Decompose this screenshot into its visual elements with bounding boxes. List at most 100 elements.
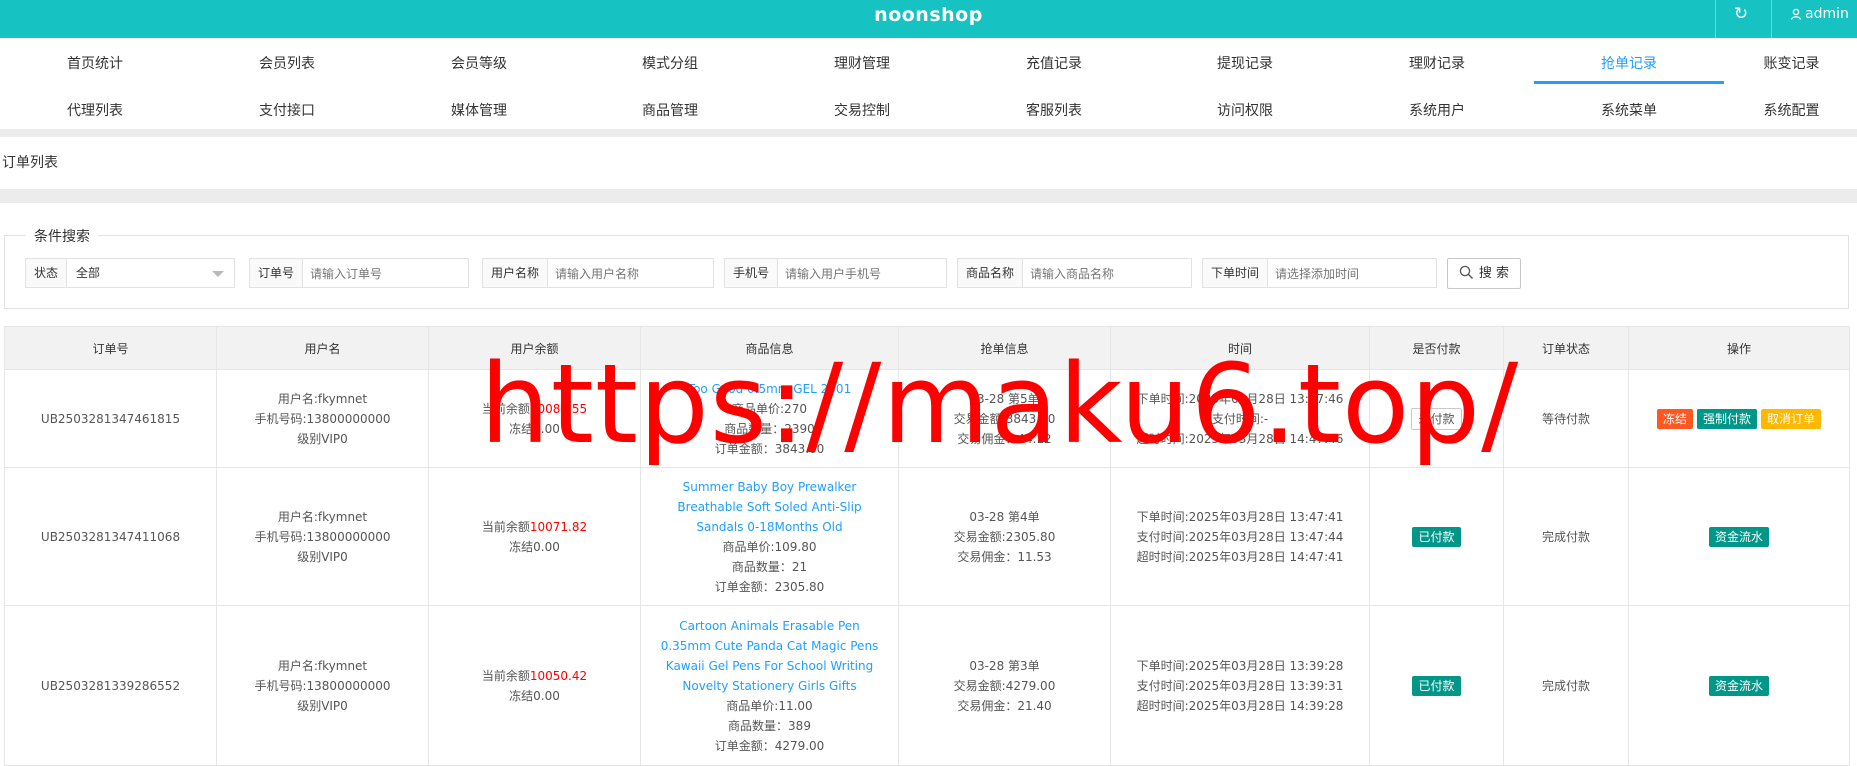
table-row: UB2503281347411068 用户名:fkymnet 手机号码:1380… [4, 467, 1850, 606]
nav-item[interactable]: 抢单记录 [1534, 40, 1724, 84]
order-status-text: 等待付款 [1541, 411, 1590, 426]
grab-commission-text: 交易佣金：11.53 [957, 549, 1052, 564]
nav-item[interactable]: 媒体管理 [384, 87, 574, 131]
order-status-text: 完成付款 [1541, 529, 1590, 544]
nav-item[interactable]: 账变记录 [1726, 40, 1857, 84]
app-title: noonshop [874, 4, 983, 26]
status-cell: 等待付款 [1503, 369, 1629, 468]
user-cell: 用户名:fkymnet 手机号码:13800000000 级别VIP0 [216, 605, 429, 766]
user-cell: 用户名:fkymnet 手机号码:13800000000 级别VIP0 [216, 369, 429, 468]
nav-item[interactable]: 商品管理 [575, 87, 765, 131]
user-icon [1790, 8, 1802, 20]
username-input[interactable] [546, 259, 717, 289]
phone-input[interactable] [776, 259, 952, 289]
balance-cell: 当前余额10050.42 冻结0.00 [428, 605, 641, 766]
user-level-text: 级别VIP0 [297, 549, 348, 564]
timeout-time-text: 超时时间:2025年03月28日 14:47:41 [1136, 549, 1344, 564]
product-cell: Summer Baby Boy Prewalker Breathable Sof… [640, 467, 899, 606]
action-button[interactable]: 取消订单 [1761, 408, 1822, 429]
order-id: UB2503281339286552 [40, 678, 181, 693]
status-select[interactable]: 状态 全部 [25, 258, 235, 288]
nav-item[interactable]: 系统配置 [1726, 87, 1857, 131]
nav-item[interactable]: 充值记录 [959, 40, 1149, 84]
action-button[interactable]: 强制付款 [1696, 408, 1757, 429]
user-name-text: 用户名:fkymnet [277, 391, 368, 406]
time-label: 下单时间 [1203, 259, 1269, 287]
balance-value: 10071.82 [529, 519, 588, 534]
actions-cell: 资金流水 [1628, 605, 1850, 766]
search-button[interactable]: 搜 索 [1447, 258, 1521, 289]
order-time-text: 下单时间:2025年03月28日 13:47:41 [1136, 509, 1344, 524]
nav-item[interactable]: 代理列表 [0, 87, 190, 131]
nav-item[interactable]: 会员列表 [192, 40, 382, 84]
user-phone-text: 手机号码:13800000000 [254, 529, 391, 544]
status-label: 状态 [26, 259, 68, 287]
phone-label: 手机号 [725, 259, 779, 287]
user-name: admin [1805, 6, 1849, 22]
status-value: 全部 [76, 266, 101, 280]
order-id-cell: UB2503281347461815 [4, 369, 217, 468]
username-field: 用户名称 [482, 258, 717, 289]
divider [0, 129, 1857, 137]
column-header: 操作 [1628, 326, 1850, 370]
balance-label: 当前余额 [481, 519, 530, 534]
unit-price-text: 商品单价:109.80 [722, 539, 817, 554]
action-button[interactable]: 资金流水 [1708, 675, 1769, 696]
user-phone-text: 手机号码:13800000000 [254, 678, 391, 693]
grab-round-text: 03-28 第3单 [969, 658, 1040, 673]
refresh-button[interactable]: ↻ [1715, 0, 1766, 38]
frozen-text: 冻结0.00 [509, 688, 560, 703]
order-id-cell: UB2503281339286552 [4, 605, 217, 766]
product-link[interactable]: Summer Baby Boy Prewalker Breathable Sof… [642, 477, 897, 537]
username-label: 用户名称 [483, 259, 549, 287]
nav-item[interactable]: 系统菜单 [1534, 87, 1724, 131]
product-label: 商品名称 [958, 259, 1024, 287]
user-name-text: 用户名:fkymnet [277, 658, 368, 673]
nav-item[interactable]: 理财管理 [767, 40, 957, 84]
phone-field: 手机号 [724, 258, 952, 289]
search-icon [1459, 265, 1473, 279]
nav-item[interactable]: 客服列表 [959, 87, 1149, 131]
grab-amount-text: 交易金额:4279.00 [953, 678, 1056, 693]
frozen-text: 冻结0.00 [509, 539, 560, 554]
pay-time-text: 支付时间:2025年03月28日 13:39:31 [1136, 678, 1344, 693]
balance-value: 10050.42 [529, 668, 588, 683]
nav-item[interactable]: 支付接口 [192, 87, 382, 131]
order-time-text: 下单时间:2025年03月28日 13:39:28 [1136, 658, 1344, 673]
user-menu[interactable]: admin [1771, 0, 1857, 38]
nav-item[interactable]: 理财记录 [1342, 40, 1532, 84]
actions-cell: 冻结 强制付款 取消订单 [1628, 369, 1850, 468]
quantity-text: 商品数量：21 [731, 559, 808, 574]
nav-item[interactable]: 会员等级 [384, 40, 574, 84]
column-header: 订单状态 [1503, 326, 1629, 370]
quantity-text: 商品数量：389 [728, 718, 811, 733]
nav-item[interactable]: 系统用户 [1342, 87, 1532, 131]
nav-item[interactable]: 模式分组 [575, 40, 765, 84]
grab-round-text: 03-28 第4单 [969, 509, 1040, 524]
action-button[interactable]: 资金流水 [1708, 526, 1769, 547]
main-nav: 首页统计 会员列表 会员等级 模式分组 理财管理 充值记录 提现记录 理财记录 抢单记录 账变记录… [0, 40, 1857, 128]
action-button[interactable]: 冻结 [1656, 408, 1693, 429]
status-cell: 完成付款 [1503, 605, 1629, 766]
product-input[interactable] [1021, 259, 1197, 289]
time-input[interactable] [1266, 259, 1442, 289]
watermark: https://maku6.top/ [480, 340, 1520, 468]
order-input[interactable] [301, 259, 472, 289]
nav-item[interactable]: 首页统计 [0, 40, 190, 84]
grab-amount-text: 交易金额:2305.80 [953, 529, 1056, 544]
pay-time-text: 支付时间:2025年03月28日 13:47:44 [1136, 529, 1344, 544]
user-level-text: 级别VIP0 [297, 698, 348, 713]
time-cell: 下单时间:2025年03月28日 13:39:28 支付时间:2025年03月2… [1110, 605, 1370, 766]
amount-text: 订单金额：4279.00 [714, 738, 825, 753]
status-cell: 完成付款 [1503, 467, 1629, 606]
user-cell: 用户名:fkymnet 手机号码:13800000000 级别VIP0 [216, 467, 429, 606]
paid-badge: 已付款 [1412, 675, 1461, 696]
nav-item[interactable]: 提现记录 [1150, 40, 1340, 84]
search-legend: 条件搜索 [26, 226, 98, 246]
product-link[interactable]: Cartoon Animals Erasable Pen 0.35mm Cute… [642, 616, 897, 696]
paid-cell: 已付款 [1369, 467, 1504, 606]
order-field: 订单号 [249, 258, 472, 289]
nav-item[interactable]: 访问权限 [1150, 87, 1340, 131]
order-status-text: 完成付款 [1541, 678, 1590, 693]
nav-item[interactable]: 交易控制 [767, 87, 957, 131]
